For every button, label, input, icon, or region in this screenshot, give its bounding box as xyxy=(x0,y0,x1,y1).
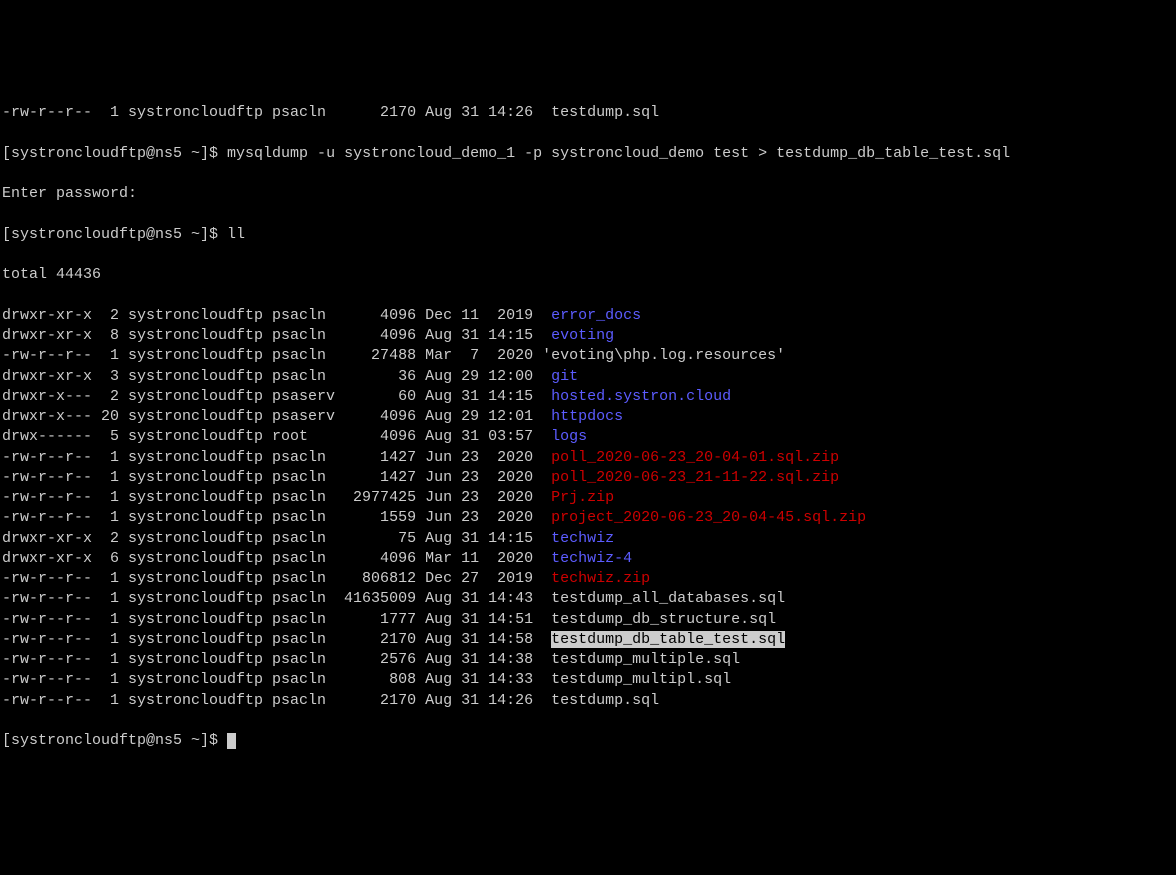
list-item: -rw-r--r-- 1 systroncloudftp psacln 1427… xyxy=(2,448,1176,468)
file-metadata: -rw-r--r-- 1 systroncloudftp psacln 4163… xyxy=(2,590,551,607)
file-name: evoting xyxy=(551,327,614,344)
file-metadata: drwxr-x--- 2 systroncloudftp psaserv 60 … xyxy=(2,388,551,405)
file-name: logs xyxy=(551,428,587,445)
total-line: total 44436 xyxy=(2,265,1176,285)
file-metadata: drwxr-xr-x 2 systroncloudftp psacln 4096… xyxy=(2,307,551,324)
terminal-window[interactable]: -rw-r--r-- 1 systroncloudftp psacln 2170… xyxy=(2,83,1176,772)
prompt-1: [systroncloudftp@ns5 ~]$ xyxy=(2,145,227,162)
prompt-3: [systroncloudftp@ns5 ~]$ xyxy=(2,732,227,749)
file-metadata: -rw-r--r-- 1 systroncloudftp psacln 1559… xyxy=(2,509,551,526)
list-item: drwxr-xr-x 6 systroncloudftp psacln 4096… xyxy=(2,549,1176,569)
list-item: -rw-r--r-- 1 systroncloudftp psacln 2748… xyxy=(2,346,1176,366)
command-line-1: [systroncloudftp@ns5 ~]$ mysqldump -u sy… xyxy=(2,144,1176,164)
file-name: testdump_multiple.sql xyxy=(551,651,740,668)
file-name: poll_2020-06-23_21-11-22.sql.zip xyxy=(551,469,839,486)
file-metadata: drwxr-xr-x 6 systroncloudftp psacln 4096… xyxy=(2,550,551,567)
file-name: testdump_all_databases.sql xyxy=(551,590,785,607)
file-name: poll_2020-06-23_20-04-01.sql.zip xyxy=(551,449,839,466)
file-name: techwiz xyxy=(551,530,614,547)
file-name: 'evoting\php.log.resources' xyxy=(542,347,785,364)
file-metadata: -rw-r--r-- 1 systroncloudftp psacln 1427… xyxy=(2,449,551,466)
file-metadata: drwxr-x--- 20 systroncloudftp psaserv 40… xyxy=(2,408,551,425)
file-metadata: -rw-r--r-- 1 systroncloudftp psacln 1777… xyxy=(2,611,551,628)
file-name: techwiz-4 xyxy=(551,550,632,567)
file-metadata: drwxr-xr-x 8 systroncloudftp psacln 4096… xyxy=(2,327,551,344)
list-item: drwx------ 5 systroncloudftp root 4096 A… xyxy=(2,427,1176,447)
file-metadata: -rw-r--r-- 1 systroncloudftp psacln 8068… xyxy=(2,570,551,587)
list-item: -rw-r--r-- 1 systroncloudftp psacln 1559… xyxy=(2,508,1176,528)
command-line-3[interactable]: [systroncloudftp@ns5 ~]$ xyxy=(2,731,1176,751)
list-item: -rw-r--r-- 1 systroncloudftp psacln 2170… xyxy=(2,630,1176,650)
file-name: httpdocs xyxy=(551,408,623,425)
list-item: -rw-r--r-- 1 systroncloudftp psacln 1427… xyxy=(2,468,1176,488)
file-name: error_docs xyxy=(551,307,641,324)
file-metadata: -rw-r--r-- 1 systroncloudftp psacln 1427… xyxy=(2,469,551,486)
list-item: -rw-r--r-- 1 systroncloudftp psacln 808 … xyxy=(2,670,1176,690)
command-text-1: mysqldump -u systroncloud_demo_1 -p syst… xyxy=(227,145,1010,162)
file-name: Prj.zip xyxy=(551,489,614,506)
file-metadata: -rw-r--r-- 1 systroncloudftp psacln 2977… xyxy=(2,489,551,506)
file-name: testdump_db_table_test.sql xyxy=(551,631,785,648)
list-item: drwxr-x--- 20 systroncloudftp psaserv 40… xyxy=(2,407,1176,427)
cursor xyxy=(227,733,236,749)
file-metadata: drwxr-xr-x 3 systroncloudftp psacln 36 A… xyxy=(2,368,551,385)
file-name: testdump.sql xyxy=(551,692,659,709)
file-metadata: -rw-r--r-- 1 systroncloudftp psacln 2170… xyxy=(2,692,551,709)
file-metadata: drwx------ 5 systroncloudftp root 4096 A… xyxy=(2,428,551,445)
list-item: -rw-r--r-- 1 systroncloudftp psacln 4163… xyxy=(2,589,1176,609)
file-metadata: -rw-r--r-- 1 systroncloudftp psacln 808 … xyxy=(2,671,551,688)
enter-password-line: Enter password: xyxy=(2,184,1176,204)
list-item: -rw-r--r-- 1 systroncloudftp psacln 2170… xyxy=(2,691,1176,711)
list-item: drwxr-x--- 2 systroncloudftp psaserv 60 … xyxy=(2,387,1176,407)
file-metadata: drwxr-xr-x 2 systroncloudftp psacln 75 A… xyxy=(2,530,551,547)
file-metadata: -rw-r--r-- 1 systroncloudftp psacln 2170… xyxy=(2,631,551,648)
list-item: -rw-r--r-- 1 systroncloudftp psacln 2977… xyxy=(2,488,1176,508)
prompt-2: [systroncloudftp@ns5 ~]$ xyxy=(2,226,227,243)
list-item: drwxr-xr-x 8 systroncloudftp psacln 4096… xyxy=(2,326,1176,346)
file-metadata: -rw-r--r-- 1 systroncloudftp psacln 2748… xyxy=(2,347,542,364)
command-line-2: [systroncloudftp@ns5 ~]$ ll xyxy=(2,225,1176,245)
list-item: drwxr-xr-x 2 systroncloudftp psacln 75 A… xyxy=(2,529,1176,549)
file-name: project_2020-06-23_20-04-45.sql.zip xyxy=(551,509,866,526)
file-name: hosted.systron.cloud xyxy=(551,388,731,405)
file-name: git xyxy=(551,368,578,385)
file-name: techwiz.zip xyxy=(551,570,650,587)
file-name: testdump_db_structure.sql xyxy=(551,611,776,628)
list-item: -rw-r--r-- 1 systroncloudftp psacln 1777… xyxy=(2,610,1176,630)
partial-previous-line: -rw-r--r-- 1 systroncloudftp psacln 2170… xyxy=(2,103,1176,123)
list-item: drwxr-xr-x 3 systroncloudftp psacln 36 A… xyxy=(2,367,1176,387)
list-item: drwxr-xr-x 2 systroncloudftp psacln 4096… xyxy=(2,306,1176,326)
list-item: -rw-r--r-- 1 systroncloudftp psacln 2576… xyxy=(2,650,1176,670)
command-text-2: ll xyxy=(227,226,245,243)
file-name: testdump_multipl.sql xyxy=(551,671,731,688)
list-item: -rw-r--r-- 1 systroncloudftp psacln 8068… xyxy=(2,569,1176,589)
file-listing: drwxr-xr-x 2 systroncloudftp psacln 4096… xyxy=(2,306,1176,711)
file-metadata: -rw-r--r-- 1 systroncloudftp psacln 2576… xyxy=(2,651,551,668)
